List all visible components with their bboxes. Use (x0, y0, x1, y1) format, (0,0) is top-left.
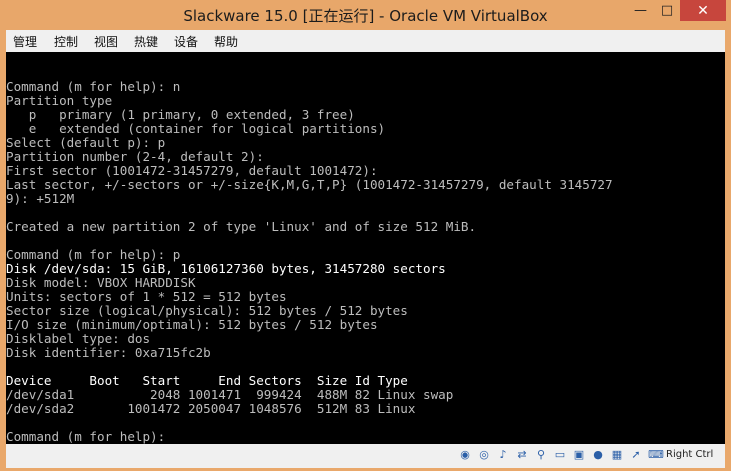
menu-control[interactable]: 控制 (54, 33, 78, 50)
minimize-button[interactable]: — (627, 0, 654, 21)
title-bar[interactable]: Slackware 15.0 [正在运行] - Oracle VM Virtua… (0, 0, 731, 30)
terminal-line: Partition number (2-4, default 2): (6, 149, 264, 164)
terminal-line: /dev/sda1 2048 1001471 999424 488M 82 Li… (6, 387, 454, 402)
terminal-line: Select (default p): p (6, 135, 166, 150)
vm-display[interactable]: Command (m for help): n Partition type p… (6, 52, 725, 444)
terminal-line: e extended (container for logical partit… (6, 121, 386, 136)
terminal-line: p primary (1 primary, 0 extended, 3 free… (6, 107, 355, 122)
status-bar: ◉ ◎ ♪ ⇄ ⚲ ▭ ▣ ● ▦ ➚ ⌨ Right Ctrl (6, 444, 725, 468)
menu-view[interactable]: 视图 (94, 33, 118, 50)
menu-devices[interactable]: 设备 (174, 33, 198, 50)
terminal-line: Disklabel type: dos (6, 331, 151, 346)
audio-icon[interactable]: ♪ (496, 448, 510, 462)
terminal-line: Units: sectors of 1 * 512 = 512 bytes (6, 289, 287, 304)
network-icon[interactable]: ⇄ (515, 448, 529, 462)
menu-help[interactable]: 帮助 (214, 33, 238, 50)
terminal-line: Device Boot Start End Sectors Size Id Ty… (6, 373, 408, 388)
maximize-button[interactable]: □ (654, 0, 680, 21)
close-button[interactable]: ✕ (680, 0, 726, 21)
virtualbox-window: Slackware 15.0 [正在运行] - Oracle VM Virtua… (0, 0, 731, 471)
video-capture-icon[interactable]: ● (591, 448, 605, 462)
terminal-line: 9): +512M (6, 191, 75, 206)
terminal-line: Created a new partition 2 of type 'Linux… (6, 219, 477, 234)
terminal-line: Disk identifier: 0xa715fc2b (6, 345, 211, 360)
terminal-line: /dev/sda2 1001472 2050047 1048576 512M 8… (6, 401, 416, 416)
display-icon[interactable]: ▣ (572, 448, 586, 462)
terminal-line: Disk model: VBOX HARDDISK (6, 275, 196, 290)
menu-hotkeys[interactable]: 热键 (134, 33, 158, 50)
terminal-line: Command (m for help): p (6, 247, 181, 262)
keyboard-icon[interactable]: ⌨ (648, 448, 664, 462)
terminal-line: Command (m for help): n (6, 79, 181, 94)
mouse-integration-icon[interactable]: ➚ (629, 448, 643, 462)
usb-icon[interactable]: ⚲ (534, 448, 548, 462)
cpu-icon[interactable]: ▦ (610, 448, 624, 462)
terminal-line: First sector (1001472-31457279, default … (6, 163, 378, 178)
hard-disk-icon[interactable]: ◉ (458, 448, 472, 462)
terminal-line: Partition type (6, 93, 113, 108)
menu-machine[interactable]: 管理 (13, 33, 37, 50)
optical-drive-icon[interactable]: ◎ (477, 448, 491, 462)
shared-folder-icon[interactable]: ▭ (553, 448, 567, 462)
terminal-line: Sector size (logical/physical): 512 byte… (6, 303, 408, 318)
terminal-line: I/O size (minimum/optimal): 512 bytes / … (6, 317, 378, 332)
menu-bar: 管理 控制 视图 热键 设备 帮助 (6, 30, 725, 52)
terminal-output: Command (m for help): n Partition type p… (6, 80, 613, 444)
window-title: Slackware 15.0 [正在运行] - Oracle VM Virtua… (183, 7, 548, 25)
terminal-line: Command (m for help): (6, 429, 166, 444)
host-key-label: Right Ctrl (666, 449, 714, 460)
terminal-line: Last sector, +/-sectors or +/-size{K,M,G… (6, 177, 613, 192)
terminal-line: Disk /dev/sda: 15 GiB, 16106127360 bytes… (6, 261, 446, 276)
